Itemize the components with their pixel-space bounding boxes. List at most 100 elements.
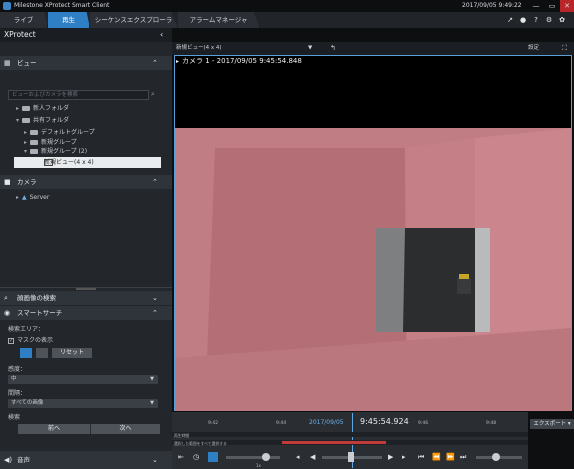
views-section-header[interactable]: ▦ ビュー ⌃ xyxy=(0,56,172,70)
prev-frame-icon[interactable]: ⏪ xyxy=(432,452,441,462)
tab-sequence-explorer[interactable]: シーケンスエクスプローラ xyxy=(90,12,178,28)
minimize-button[interactable]: — xyxy=(528,0,544,12)
smart-search-icon: ◉ xyxy=(4,309,11,317)
range-select-button[interactable] xyxy=(208,452,218,462)
interval-select[interactable]: すべての画像 ▼ xyxy=(8,399,158,408)
cameras-section-label: カメラ xyxy=(17,178,37,186)
tab-playback[interactable]: 再生 xyxy=(48,12,90,28)
smart-search-section-label: スマートサーチ xyxy=(17,309,63,317)
tree-item-server[interactable]: ▸ ▲ Server xyxy=(16,193,49,203)
timeline-time: 9:45:54.924 xyxy=(360,417,409,426)
camera-title-text: カメラ 1 - 2017/09/05 9:45:54.848 xyxy=(182,57,302,65)
track-1 xyxy=(172,432,528,437)
chevron-up-icon: ⌃ xyxy=(152,309,158,317)
draw-area-button[interactable] xyxy=(20,348,32,358)
gear-icon[interactable]: ⚙ xyxy=(544,14,554,26)
view-selector[interactable]: 新規ビュー(4 x 4) ▼ xyxy=(176,42,316,55)
tick-label: 9:42 xyxy=(208,421,219,426)
search-next-button[interactable]: 次へ xyxy=(90,424,160,434)
folder-icon xyxy=(30,130,38,135)
sensitivity-label: 感度： xyxy=(8,366,27,373)
folder-icon xyxy=(22,118,30,123)
undock-icon[interactable]: ↰ xyxy=(330,42,336,55)
chevron-down-icon: ▼ xyxy=(150,400,154,406)
skip-start-icon[interactable]: ⇤ xyxy=(178,452,184,462)
view-search-input[interactable]: ビューおよびカメラを検索 xyxy=(8,90,149,100)
zoom-slider[interactable] xyxy=(226,456,280,459)
interval-value: すべての画像 xyxy=(11,400,44,406)
export-label: エクスポート xyxy=(533,421,567,427)
close-button[interactable]: ✕ xyxy=(560,0,574,12)
smart-client-window: { "window": {"title": "Milestone XProtec… xyxy=(0,0,574,469)
splitter-handle[interactable] xyxy=(76,288,96,290)
chevron-down-icon: ▼ xyxy=(150,376,154,382)
timeline-date: 2017/09/05 xyxy=(309,419,344,426)
speed-slider-thumb[interactable] xyxy=(348,452,354,462)
chevron-down-icon: ⌄ xyxy=(152,456,158,464)
setup-button[interactable]: 設定 xyxy=(528,42,539,55)
playback-speed-thumb[interactable] xyxy=(492,453,500,461)
magnifier-icon: ⌕ xyxy=(4,294,8,302)
tree-label: 新規グループ xyxy=(41,139,77,146)
tab-live[interactable]: ライブ xyxy=(0,12,48,28)
next-frame-icon[interactable]: ⏩ xyxy=(446,452,455,462)
app-logo-icon xyxy=(3,2,11,10)
step-forward-icon[interactable]: ▸ xyxy=(402,452,406,462)
tree-item-new-group-2[interactable]: ▾ 新規グループ (2) xyxy=(24,147,87,157)
tree-item-default-group[interactable]: ▸ デフォルトグループ xyxy=(24,128,95,138)
erase-area-button[interactable] xyxy=(36,348,48,358)
record-icon[interactable]: ● xyxy=(518,14,528,26)
search-section-header[interactable]: ⌕ 顔画像の検索 ⌄ xyxy=(0,291,172,305)
mask-checkbox[interactable]: ✓ マスクの表示 xyxy=(8,335,53,344)
search-area-label: 検索エリア： xyxy=(8,326,45,333)
camera-video xyxy=(175,128,571,411)
server-icon: ▲ xyxy=(22,194,27,201)
audio-section-header[interactable]: ◀) 音声 ⌄ xyxy=(0,451,172,469)
tree-label: 新規グループ (2) xyxy=(41,148,88,155)
view-selector-value: 新規ビュー(4 x 4) xyxy=(176,45,222,51)
zoom-label: 1x xyxy=(256,463,261,468)
tab-alarm-manager[interactable]: アラームマネージャ xyxy=(178,12,260,28)
step-back-icon[interactable]: ◂ xyxy=(296,452,300,462)
checkbox-icon: ✓ xyxy=(8,338,14,344)
export-button[interactable]: エクスポート ▾ xyxy=(530,419,574,429)
prev-sequence-icon[interactable]: ⏮ xyxy=(418,452,424,462)
collapse-sidebar-icon[interactable]: ‹ xyxy=(160,28,163,42)
search-label: 検索 xyxy=(8,414,21,421)
door-lock-plate xyxy=(459,274,469,279)
chevron-down-icon: ▼ xyxy=(308,45,313,51)
folder-icon xyxy=(22,106,30,111)
interval-label: 間隔： xyxy=(8,390,27,397)
zoom-slider-thumb[interactable] xyxy=(262,453,270,461)
cameras-section-header[interactable]: ■ カメラ ⌃ xyxy=(0,175,172,189)
sidebar-title: XProtect xyxy=(0,28,172,42)
search-prev-button[interactable]: 前へ xyxy=(18,424,90,434)
tree-item-selected-view[interactable]: 新規ビュー(4 x 4) xyxy=(14,157,161,168)
camera-title: ▸ カメラ 1 - 2017/09/05 9:45:54.848 xyxy=(176,55,302,68)
settings-icon[interactable]: ✿ xyxy=(557,14,567,26)
tree-item-shared[interactable]: ▾ 共有フォルダ xyxy=(16,116,69,126)
smart-search-section-header[interactable]: ◉ スマートサーチ ⌃ xyxy=(0,306,172,320)
reset-button[interactable]: リセット xyxy=(52,348,92,358)
tree-label: デフォルトグループ xyxy=(41,129,95,136)
door-lock xyxy=(457,278,471,294)
region-wall xyxy=(475,228,490,332)
clock-icon[interactable]: ◷ xyxy=(193,452,199,462)
chevron-up-icon: ⌃ xyxy=(152,178,158,186)
tree-item-personal[interactable]: ▸ 新人フォルダ xyxy=(16,104,69,114)
motion-track-bar xyxy=(282,441,386,444)
fullscreen-icon[interactable]: ⛶ xyxy=(562,42,567,55)
window-title: Milestone XProtect Smart Client xyxy=(14,2,110,9)
play-forward-icon[interactable]: ▶ xyxy=(388,452,393,462)
help-icon[interactable]: ? xyxy=(531,14,541,26)
search-icon[interactable]: ⌕ xyxy=(151,90,155,99)
status-icon[interactable]: ↗ xyxy=(505,14,515,26)
search-section-label: 顔画像の検索 xyxy=(17,294,56,302)
sensitivity-select[interactable]: 中 ▼ xyxy=(8,375,158,384)
next-sequence-icon[interactable]: ⏭ xyxy=(460,452,466,462)
clock: 2017/09/05 9:49:22 xyxy=(462,2,522,9)
play-reverse-icon[interactable]: ◀ xyxy=(310,452,315,462)
maximize-button[interactable]: ▭ xyxy=(544,0,560,12)
sensitivity-value: 中 xyxy=(11,376,17,382)
mask-label: マスクの表示 xyxy=(17,337,54,344)
